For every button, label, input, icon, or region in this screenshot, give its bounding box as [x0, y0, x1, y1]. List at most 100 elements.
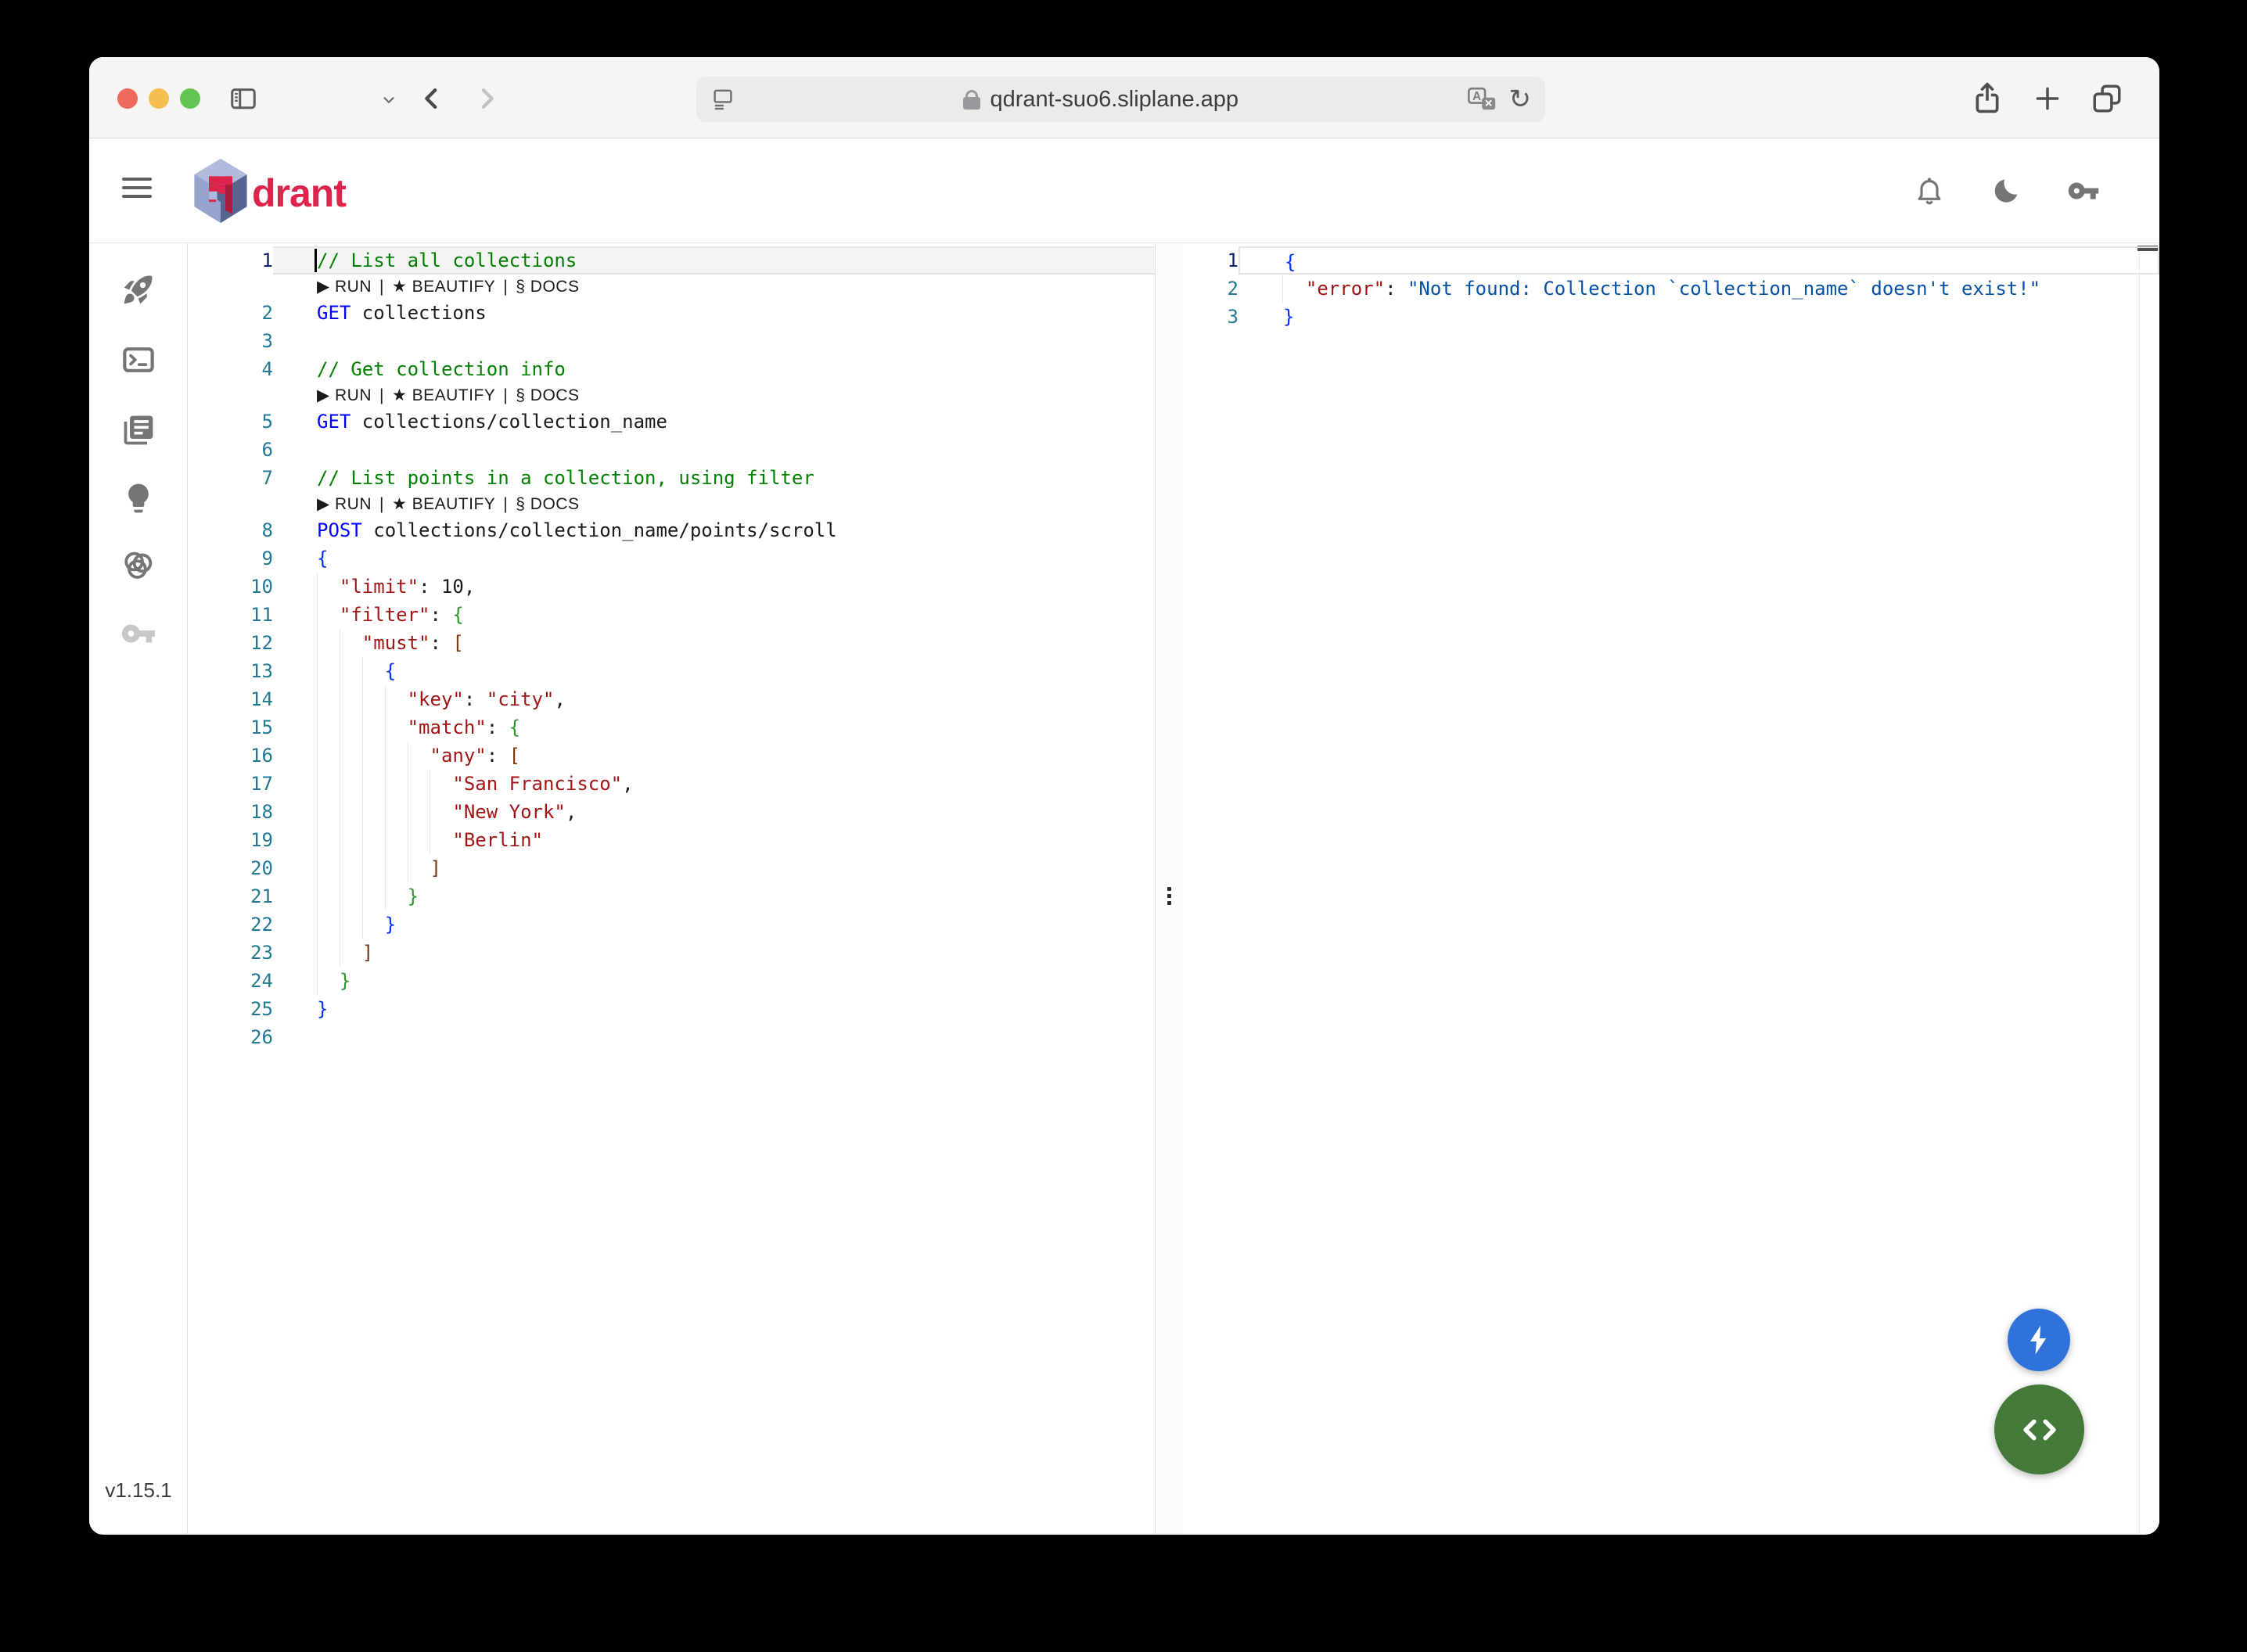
- code-line[interactable]: 7// List points in a collection, using f…: [189, 464, 1155, 492]
- code-line[interactable]: 12 "must": [: [189, 629, 1155, 657]
- code-line[interactable]: 3: [189, 327, 1155, 355]
- code-line[interactable]: 5GET collections/collection_name: [189, 408, 1155, 436]
- code-content[interactable]: GET collections/collection_name: [273, 408, 1155, 436]
- code-content[interactable]: "San Francisco",: [273, 770, 1155, 798]
- close-window-button[interactable]: [117, 88, 138, 109]
- code-content[interactable]: // List all collections: [273, 246, 1155, 275]
- code-line[interactable]: 23 ]: [189, 939, 1155, 967]
- zoom-window-button[interactable]: [180, 88, 200, 109]
- tab-overview-button[interactable]: [2090, 81, 2124, 116]
- code-line[interactable]: 17 "San Francisco",: [189, 770, 1155, 798]
- code-line[interactable]: 15 "match": {: [189, 713, 1155, 742]
- forward-button[interactable]: [471, 83, 502, 114]
- code-line[interactable]: 21 }: [189, 882, 1155, 910]
- code-content[interactable]: }: [1239, 303, 2159, 331]
- code-line[interactable]: 13 {: [189, 657, 1155, 685]
- reload-icon[interactable]: ↻: [1509, 86, 1532, 113]
- run-action[interactable]: ▶ RUN: [317, 495, 372, 513]
- code-line[interactable]: 2 "error": "Not found: Collection `colle…: [1183, 275, 2159, 303]
- address-bar[interactable]: qdrant-suo6.sliplane.app A✕ ↻: [696, 77, 1545, 122]
- code-content[interactable]: "must": [: [273, 629, 1155, 657]
- code-content[interactable]: // Get collection info: [273, 355, 1155, 383]
- code-content[interactable]: {: [273, 657, 1155, 685]
- sidebar-item-welcome[interactable]: [120, 271, 157, 308]
- menu-button[interactable]: [122, 178, 152, 198]
- code-line[interactable]: 6: [189, 436, 1155, 464]
- beautify-action[interactable]: ★ BEAUTIFY: [392, 495, 495, 513]
- code-content[interactable]: "any": [: [273, 742, 1155, 770]
- code-content[interactable]: ]: [273, 939, 1155, 967]
- code-line[interactable]: 20 ]: [189, 854, 1155, 882]
- code-content[interactable]: {: [273, 544, 1155, 573]
- sidebar-item-tutorial[interactable]: [120, 479, 157, 517]
- chevron-down-icon: [380, 92, 397, 109]
- code-content[interactable]: "limit": 10,: [273, 573, 1155, 601]
- run-action[interactable]: ▶ RUN: [317, 278, 372, 296]
- sidebar-item-console[interactable]: [120, 341, 157, 379]
- code-content[interactable]: "key": "city",: [273, 685, 1155, 713]
- back-button[interactable]: [416, 83, 448, 114]
- notifications-button[interactable]: [1914, 175, 1945, 210]
- code-content[interactable]: }: [273, 882, 1155, 910]
- docs-action[interactable]: § DOCS: [516, 386, 579, 404]
- run-all-button[interactable]: [2008, 1309, 2070, 1371]
- code-line[interactable]: 9{: [189, 544, 1155, 573]
- qdrant-logo[interactable]: drant: [191, 159, 346, 223]
- code-line[interactable]: 22 }: [189, 910, 1155, 939]
- code-line[interactable]: 8POST collections/collection_name/points…: [189, 516, 1155, 544]
- code-content[interactable]: "Berlin": [273, 826, 1155, 854]
- code-line[interactable]: 1// List all collections: [189, 246, 1155, 275]
- code-line[interactable]: 2GET collections: [189, 299, 1155, 327]
- code-content[interactable]: {: [1239, 246, 2159, 275]
- code-line[interactable]: 18 "New York",: [189, 798, 1155, 826]
- code-content[interactable]: GET collections: [273, 299, 1155, 327]
- code-content[interactable]: }: [273, 995, 1155, 1023]
- run-action[interactable]: ▶ RUN: [317, 386, 372, 404]
- tabs-icon: [2090, 81, 2124, 116]
- address-text[interactable]: qdrant-suo6.sliplane.app: [990, 87, 1239, 113]
- theme-toggle-button[interactable]: [1990, 175, 2022, 210]
- sidebar-item-jwt[interactable]: [120, 615, 157, 652]
- code-content[interactable]: [273, 1023, 1155, 1051]
- toggle-code-panel-button[interactable]: [1994, 1384, 2084, 1474]
- docs-action[interactable]: § DOCS: [516, 278, 579, 296]
- indent-guide: [317, 573, 318, 601]
- code-line[interactable]: 14 "key": "city",: [189, 685, 1155, 713]
- code-content[interactable]: // List points in a collection, using fi…: [273, 464, 1155, 492]
- new-tab-button[interactable]: [2031, 82, 2064, 115]
- minimize-window-button[interactable]: [149, 88, 169, 109]
- code-content[interactable]: "error": "Not found: Collection `collect…: [1239, 275, 2159, 303]
- sidebar-menu-chevron[interactable]: [380, 92, 397, 109]
- code-line[interactable]: 26: [189, 1023, 1155, 1051]
- api-key-button[interactable]: [2067, 174, 2100, 211]
- code-content[interactable]: "filter": {: [273, 601, 1155, 629]
- code-line[interactable]: 1{: [1183, 246, 2159, 275]
- code-content[interactable]: "match": {: [273, 713, 1155, 742]
- share-button[interactable]: [1969, 81, 2005, 117]
- code-line[interactable]: 3}: [1183, 303, 2159, 331]
- code-line[interactable]: 4// Get collection info: [189, 355, 1155, 383]
- code-content[interactable]: }: [273, 910, 1155, 939]
- code-content[interactable]: ]: [273, 854, 1155, 882]
- sidebar-item-datasets[interactable]: [120, 411, 157, 449]
- reader-view-icon[interactable]: [710, 87, 735, 112]
- beautify-action[interactable]: ★ BEAUTIFY: [392, 278, 495, 296]
- code-line[interactable]: 11 "filter": {: [189, 601, 1155, 629]
- code-line[interactable]: 16 "any": [: [189, 742, 1155, 770]
- beautify-action[interactable]: ★ BEAUTIFY: [392, 386, 495, 404]
- pane-splitter[interactable]: [1156, 243, 1183, 1534]
- code-content[interactable]: POST collections/collection_name/points/…: [273, 516, 1155, 544]
- code-content[interactable]: [273, 327, 1155, 355]
- code-line[interactable]: 19 "Berlin": [189, 826, 1155, 854]
- code-content[interactable]: [273, 436, 1155, 464]
- code-line[interactable]: 10 "limit": 10,: [189, 573, 1155, 601]
- code-line[interactable]: 24 }: [189, 967, 1155, 995]
- code-line[interactable]: 25}: [189, 995, 1155, 1023]
- sidebar-toggle-button[interactable]: [228, 84, 258, 113]
- code-content[interactable]: "New York",: [273, 798, 1155, 826]
- translate-icon[interactable]: A✕: [1467, 86, 1498, 113]
- code-content[interactable]: }: [273, 967, 1155, 995]
- sidebar-item-visualize[interactable]: [120, 547, 157, 584]
- docs-action[interactable]: § DOCS: [516, 495, 579, 513]
- request-editor[interactable]: 1// List all collections▶ RUN|★ BEAUTIFY…: [189, 243, 1156, 1534]
